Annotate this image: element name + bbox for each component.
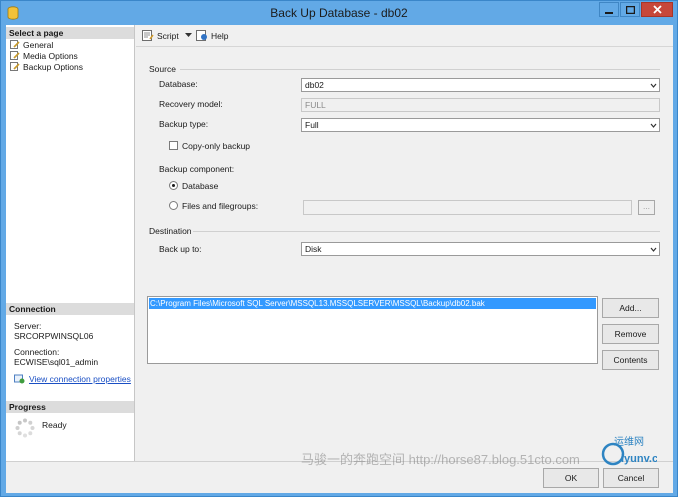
connection-properties-icon: [14, 374, 25, 384]
recovery-model-value: FULL: [305, 100, 326, 110]
recovery-model-field: FULL: [301, 98, 660, 112]
script-icon: [142, 30, 154, 41]
connection-value: ECWISE\sql01_admin: [14, 357, 99, 367]
page-media-options[interactable]: Media Options: [10, 50, 78, 61]
chevron-down-icon: [650, 247, 657, 252]
chevron-down-icon: [184, 33, 192, 37]
destination-path-item[interactable]: C:\Program Files\Microsoft SQL Server\MS…: [149, 298, 596, 309]
page-label: Media Options: [23, 50, 78, 61]
help-label: Help: [211, 30, 229, 41]
back-up-to-label: Back up to:: [159, 244, 202, 254]
browse-files-button[interactable]: ...: [638, 200, 655, 215]
source-divider: [180, 69, 660, 70]
window-title: Back Up Database - db02: [270, 6, 408, 20]
connection-label: Connection:: [14, 347, 60, 357]
progress-status: Ready: [42, 420, 67, 430]
destination-divider: [193, 231, 660, 232]
general-page-content: Source Database: db02 Recovery model: FU…: [136, 48, 673, 461]
backup-type-label: Backup type:: [159, 119, 209, 129]
watermark-logo-icon: iyunv.com: [601, 442, 657, 466]
component-database-radio[interactable]: [169, 181, 178, 190]
contents-button[interactable]: Contents: [602, 350, 659, 370]
help-icon: [196, 30, 207, 41]
backup-database-window: Back Up Database - db02 Select a page Ge…: [0, 0, 678, 497]
page-wrench-icon: [10, 51, 20, 60]
left-pane: Select a page General Media Options Back…: [6, 25, 135, 461]
page-label: Backup Options: [23, 61, 84, 72]
connection-header: Connection: [6, 303, 134, 315]
component-files-label[interactable]: Files and filegroups:: [182, 201, 258, 211]
files-filegroups-field: [303, 200, 632, 215]
close-button[interactable]: [641, 2, 673, 17]
chevron-down-icon: [650, 123, 657, 128]
page-wrench-icon: [10, 40, 20, 49]
close-icon: [652, 5, 662, 14]
help-button[interactable]: Help: [196, 30, 228, 41]
select-page-header: Select a page: [6, 27, 134, 39]
watermark-text: 马骏一的奔跑空间 http://horse87.blog.51cto.com: [301, 452, 580, 467]
view-connection-properties[interactable]: View connection properties: [14, 374, 131, 384]
backup-type-value: Full: [305, 120, 319, 130]
page-general[interactable]: General: [10, 39, 53, 50]
destination-list[interactable]: C:\Program Files\Microsoft SQL Server\MS…: [147, 296, 598, 364]
toolbar: Script Help: [136, 25, 673, 47]
recovery-model-label: Recovery model:: [159, 99, 223, 109]
remove-destination-button[interactable]: Remove: [602, 324, 659, 344]
backup-type-select[interactable]: Full: [301, 118, 660, 132]
backup-component-label: Backup component:: [159, 164, 235, 174]
copy-only-label[interactable]: Copy-only backup: [182, 141, 250, 151]
page-label: General: [23, 39, 54, 50]
source-group-label: Source: [149, 64, 176, 74]
chevron-down-icon: [650, 83, 657, 88]
back-up-to-select[interactable]: Disk: [301, 242, 660, 256]
view-connection-link[interactable]: View connection properties: [29, 374, 131, 384]
minimize-icon: [605, 11, 613, 14]
database-label: Database:: [159, 79, 198, 89]
script-label: Script: [157, 30, 179, 41]
database-value: db02: [305, 80, 324, 90]
destination-group-label: Destination: [149, 226, 192, 236]
ok-button[interactable]: OK: [543, 468, 599, 488]
page-wrench-icon: [10, 62, 20, 71]
server-label: Server:: [14, 321, 42, 331]
database-select[interactable]: db02: [301, 78, 660, 92]
maximize-button[interactable]: [620, 2, 640, 17]
watermark-logo-subtext: iyunv.com: [621, 453, 657, 465]
dialog-client-area: Select a page General Media Options Back…: [6, 25, 673, 493]
cancel-button[interactable]: Cancel: [603, 468, 659, 488]
minimize-button[interactable]: [599, 2, 619, 17]
component-database-label[interactable]: Database: [182, 181, 218, 191]
maximize-icon: [625, 5, 635, 14]
copy-only-checkbox[interactable]: [169, 141, 178, 150]
title-bar[interactable]: Back Up Database - db02: [1, 1, 677, 25]
page-backup-options[interactable]: Backup Options: [10, 61, 83, 72]
progress-header: Progress: [6, 401, 134, 413]
progress-spinner-icon: [15, 418, 35, 438]
component-files-radio[interactable]: [169, 201, 178, 210]
back-up-to-value: Disk: [305, 244, 322, 254]
server-value: SRCORPWINSQL06: [14, 331, 94, 341]
add-destination-button[interactable]: Add...: [602, 298, 659, 318]
script-button[interactable]: Script: [142, 30, 192, 41]
